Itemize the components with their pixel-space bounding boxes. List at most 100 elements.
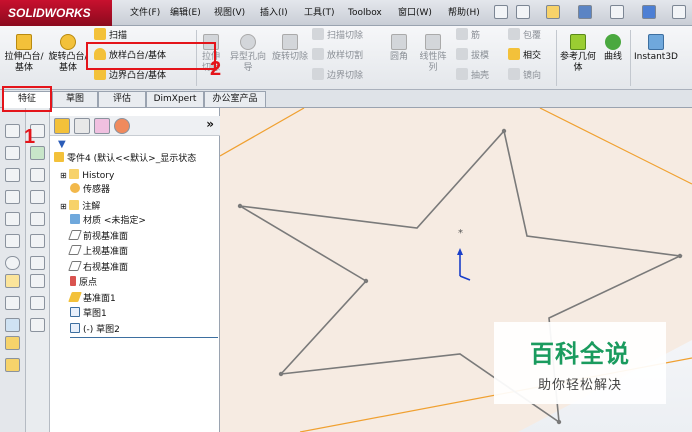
new-document-icon[interactable] [516,5,530,19]
sketch-icon[interactable] [5,274,20,288]
tree-item-sensors[interactable]: 传感器 [70,183,218,199]
plane-icon [68,229,82,240]
box-icon[interactable] [5,124,20,138]
revolve-cut-button[interactable]: 旋转切除 [272,34,308,63]
curves-label: 曲线 [603,52,622,62]
boundary-cut-button[interactable]: 边界切除 [312,68,363,84]
tab-sketch[interactable]: 草图 [52,91,98,107]
hole-wizard-button[interactable]: 异型孔向导 [230,34,266,74]
table-icon[interactable] [30,318,45,332]
menu-help[interactable]: 帮助(H) [446,0,482,26]
box-icon[interactable] [30,190,45,204]
ribbon-separator [556,30,557,86]
box-icon[interactable] [30,212,45,226]
filter-icon[interactable]: ▼ [58,139,66,150]
menu-tools[interactable]: 工具(T) [302,0,337,26]
menu-window[interactable]: 窗口(W) [396,0,434,26]
wrap-label: 包覆 [523,31,542,41]
tree-item-plane1[interactable]: 基准面1 [68,291,218,308]
tree-item-right-plane[interactable]: 右视基准面 [68,260,218,277]
tree-item-sketch2[interactable]: (-) 草图2 [70,322,218,338]
pin-icon[interactable] [494,5,508,19]
loft-cut-button[interactable]: 放样切割 [312,48,363,64]
box-icon[interactable] [5,212,20,226]
wrap-icon [508,28,520,40]
relation-icon[interactable] [5,318,20,332]
sketch-icon [70,307,80,317]
undo-icon[interactable] [642,5,656,19]
feature-tree: 零件4 (默认<<默认>_显示状态 ⊞ History 传感器 ⊞ 注解 材质 … [54,152,218,338]
tab-dimxpert[interactable]: DimXpert [146,91,204,107]
watermark: 百科全说 助你轻松解决 [494,322,666,404]
box-icon[interactable] [30,274,45,288]
box-icon[interactable] [30,256,45,270]
cylinder-icon[interactable] [5,256,20,270]
reference-geometry-label: 参考几何体 [560,52,597,73]
box-icon[interactable] [5,168,20,182]
curves-button[interactable]: 曲线 [598,34,628,63]
linear-pattern-button[interactable]: 线性阵列 [416,34,450,74]
property-manager-tab-icon[interactable] [74,118,90,134]
material-icon [70,214,80,224]
fillet-label: 圆角 [389,52,408,62]
layer-icon[interactable] [5,358,20,372]
instant3d-icon [648,34,664,50]
menu-file[interactable]: 文件(F) [128,0,162,26]
print-icon[interactable] [610,5,624,19]
select-arrow-icon[interactable] [672,5,686,19]
sweep-cut-button[interactable]: 扫描切除 [312,28,363,44]
menu-edit[interactable]: 编辑(E) [168,0,203,26]
configuration-manager-tab-icon[interactable] [94,118,110,134]
expand-chevron-icon[interactable]: » [206,117,214,131]
tree-root-part[interactable]: 零件4 (默认<<默认>_显示状态 [54,152,218,168]
tree-item-sketch1[interactable]: 草图1 [70,307,218,323]
menu-view[interactable]: 视图(V) [212,0,247,26]
curves-icon [605,34,621,50]
tree-item-annotations[interactable]: ⊞ 注解 [60,199,218,215]
loft-cut-icon [312,48,324,60]
tree-item-front-plane[interactable]: 前视基准面 [68,229,218,246]
extrude-boss-button[interactable]: 拉伸凸台/基体 [4,34,44,74]
shell-button[interactable]: 抽壳 [456,68,489,84]
box-icon[interactable] [30,234,45,248]
revolve-boss-label: 旋转凸台/基体 [48,52,88,73]
menu-insert[interactable]: 插入(I) [258,0,290,26]
boundary-boss-button[interactable]: 边界凸台/基体 [94,68,166,84]
rib-button[interactable]: 筋 [456,28,480,44]
box-icon[interactable] [30,296,45,310]
wrap-button[interactable]: 包覆 [508,28,541,44]
part-icon [54,152,64,162]
tab-evaluate[interactable]: 评估 [98,91,146,107]
box-icon[interactable] [30,168,45,182]
features-tab-highlight-box [2,86,52,112]
intersect-button[interactable]: 相交 [508,48,541,64]
fillet-icon [391,34,407,50]
shell-icon [456,68,468,80]
box-icon[interactable] [5,146,20,160]
instant3d-label: Instant3D [634,52,678,62]
mirror-button[interactable]: 镜向 [508,68,541,84]
feature-manager-tab-icon[interactable] [54,118,70,134]
tree-item-history[interactable]: ⊞ History [60,168,218,184]
tree-item-origin[interactable]: 原点 [70,276,218,292]
dimension-icon[interactable] [5,296,20,310]
tree-item-top-plane[interactable]: 上视基准面 [68,245,218,261]
layer-icon[interactable] [5,336,20,350]
box-icon[interactable] [5,190,20,204]
reference-geometry-button[interactable]: 参考几何体 [560,34,596,74]
tab-office-products[interactable]: 办公室产品 [204,91,266,107]
draft-button[interactable]: 拔模 [456,48,489,64]
menu-toolbox[interactable]: Toolbox [346,0,384,26]
save-icon[interactable] [578,5,592,19]
display-manager-tab-icon[interactable] [114,118,130,134]
secondary-toolbar [26,108,50,432]
rib-label: 筋 [471,31,481,41]
revolve-cut-icon [282,34,298,50]
boundary-boss-label: 边界凸台/基体 [109,71,167,81]
box-icon[interactable] [5,234,20,248]
open-folder-icon[interactable] [546,5,560,19]
fillet-button[interactable]: 圆角 [384,34,414,63]
tree-item-material[interactable]: 材质 <未指定> [70,214,218,230]
instant3d-button[interactable]: Instant3D [632,34,680,63]
revolve-boss-button[interactable]: 旋转凸台/基体 [48,34,88,74]
